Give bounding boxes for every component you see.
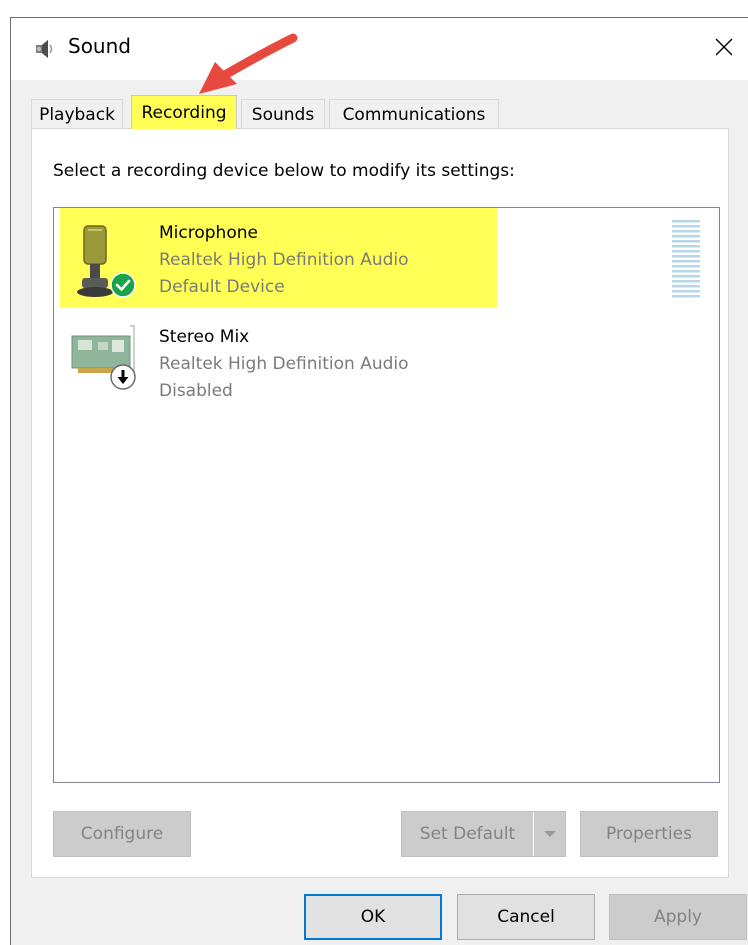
device-driver: Realtek High Definition Audio xyxy=(159,250,409,270)
tab-label: Playback xyxy=(39,104,115,125)
apply-button[interactable]: Apply xyxy=(609,894,747,940)
tab-label: Sounds xyxy=(251,104,315,125)
window-title: Sound xyxy=(68,34,131,58)
device-item-stereo-mix[interactable]: Stereo Mix Realtek High Definition Audio… xyxy=(60,312,497,412)
tab-playback[interactable]: Playback xyxy=(31,99,123,129)
sound-dialog: Sound Playback Recording Sounds Communic… xyxy=(10,17,748,945)
ok-button[interactable]: OK xyxy=(304,894,442,940)
device-name: Stereo Mix xyxy=(159,327,250,347)
tab-communications[interactable]: Communications xyxy=(329,99,499,129)
device-list[interactable]: Microphone Realtek High Definition Audio… xyxy=(53,207,720,783)
recording-panel: Select a recording device below to modif… xyxy=(31,128,729,878)
configure-button[interactable]: Configure xyxy=(53,811,191,857)
annotation-arrow-icon xyxy=(191,32,311,96)
cancel-button[interactable]: Cancel xyxy=(457,894,595,940)
close-button[interactable] xyxy=(699,24,748,74)
tab-label: Recording xyxy=(141,102,227,123)
tab-recording[interactable]: Recording xyxy=(131,95,237,129)
instruction-text: Select a recording device below to modif… xyxy=(53,161,515,181)
sound-card-icon xyxy=(68,322,144,404)
chevron-down-icon[interactable] xyxy=(533,812,565,856)
set-default-button[interactable]: Set Default xyxy=(401,811,566,857)
device-status: Default Device xyxy=(159,277,285,297)
title-bar: Sound xyxy=(11,18,748,80)
level-meter xyxy=(672,220,700,300)
default-check-icon xyxy=(110,272,136,298)
tab-sounds[interactable]: Sounds xyxy=(241,99,325,129)
device-driver: Realtek High Definition Audio xyxy=(159,354,409,374)
device-name: Microphone xyxy=(159,223,258,243)
device-status: Disabled xyxy=(159,381,233,401)
tab-label: Communications xyxy=(342,104,486,125)
device-item-microphone[interactable]: Microphone Realtek High Definition Audio… xyxy=(60,208,497,308)
set-default-label: Set Default xyxy=(419,824,516,844)
speaker-icon xyxy=(33,38,59,60)
properties-button[interactable]: Properties xyxy=(580,811,718,857)
disabled-arrow-icon xyxy=(110,364,136,390)
close-icon xyxy=(714,37,734,61)
